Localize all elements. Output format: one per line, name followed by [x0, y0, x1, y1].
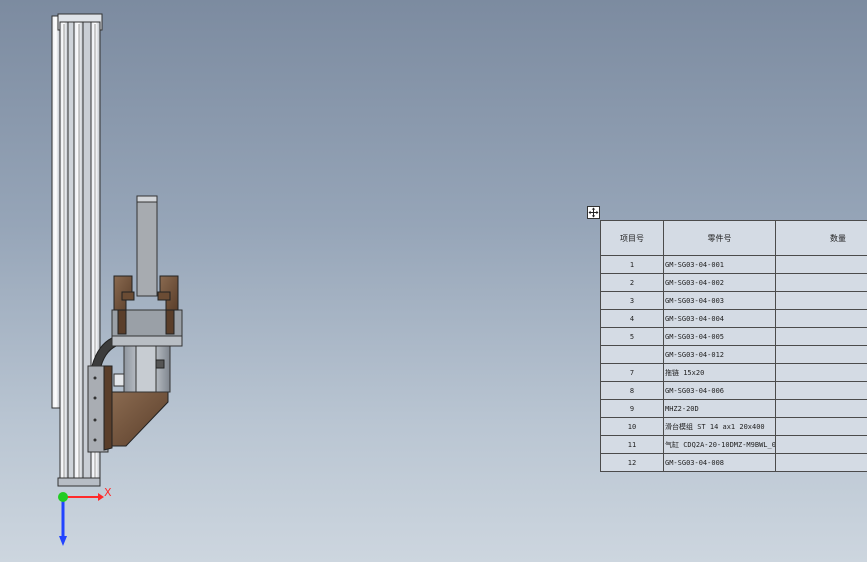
- bom-item-no: 9: [600, 399, 664, 418]
- workpiece[interactable]: [136, 195, 158, 297]
- bom-part-no: 滑台模组 ST 14 ax1 20x400: [663, 417, 776, 436]
- bom-quantity: [775, 453, 867, 472]
- bom-part-no: GM-SG03-04-004: [663, 309, 776, 328]
- bom-row[interactable]: 10 滑台模组 ST 14 ax1 20x400: [600, 417, 867, 436]
- bom-quantity: [775, 417, 867, 436]
- bom-part-no: 拖链 15x20: [663, 363, 776, 382]
- cylinder[interactable]: [111, 335, 183, 393]
- bom-table[interactable]: 项目号 零件号 数量 1 GM-SG03-04-001 2 GM-SG03-04-00…: [600, 220, 867, 472]
- bom-quantity: [775, 381, 867, 400]
- bom-item-no: 7: [600, 363, 664, 382]
- bom-quantity: [775, 309, 867, 328]
- bom-row[interactable]: 4 GM-SG03-04-004: [600, 309, 867, 328]
- bom-quantity: [775, 291, 867, 310]
- graphics-viewport[interactable]: X 项目号 零件号 数量 1 GM-SG03-04-001 2 GM-SG03-04-…: [0, 0, 867, 562]
- bom-quantity: [775, 399, 867, 418]
- bom-item-no: 1: [600, 255, 664, 274]
- bom-item-no: 4: [600, 309, 664, 328]
- bom-row[interactable]: 7 拖链 15x20: [600, 363, 867, 382]
- bom-row[interactable]: 8 GM-SG03-04-006: [600, 381, 867, 400]
- bom-item-no: 5: [600, 327, 664, 346]
- bom-part-no: GM-SG03-04-001: [663, 255, 776, 274]
- bom-quantity: [775, 255, 867, 274]
- bom-part-no: 气缸 CDQ2A-20-10DMZ-M9BWL_00: [663, 435, 776, 454]
- x-axis-label: X: [104, 486, 112, 499]
- bom-part-no: GM-SG03-04-003: [663, 291, 776, 310]
- bom-row[interactable]: 5 GM-SG03-04-005: [600, 327, 867, 346]
- bom-item-no: 3: [600, 291, 664, 310]
- bom-item-no: 11: [600, 435, 664, 454]
- header-part-no: 零件号: [663, 220, 776, 256]
- bom-item-no: [600, 345, 664, 364]
- bom-part-no: GM-SG03-04-006: [663, 381, 776, 400]
- bom-row[interactable]: 11 气缸 CDQ2A-20-10DMZ-M9BWL_00: [600, 435, 867, 454]
- bom-part-no: MHZ2-20D: [663, 399, 776, 418]
- bom-quantity: [775, 327, 867, 346]
- bom-quantity: [775, 345, 867, 364]
- bom-row[interactable]: 2 GM-SG03-04-002: [600, 273, 867, 292]
- coordinate-triad: [58, 492, 104, 546]
- header-quantity: 数量: [775, 220, 867, 256]
- bom-part-no: GM-SG03-04-002: [663, 273, 776, 292]
- bom-row[interactable]: 1 GM-SG03-04-001: [600, 255, 867, 274]
- bom-row[interactable]: 9 MHZ2-20D: [600, 399, 867, 418]
- bom-item-no: 10: [600, 417, 664, 436]
- header-item-no: 项目号: [600, 220, 664, 256]
- y-axis-marker: [58, 492, 68, 502]
- bom-quantity: [775, 435, 867, 454]
- bom-item-no: 8: [600, 381, 664, 400]
- bom-row[interactable]: GM-SG03-04-012: [600, 345, 867, 364]
- bom-part-no: GM-SG03-04-012: [663, 345, 776, 364]
- bom-quantity: [775, 273, 867, 292]
- bom-part-no: GM-SG03-04-008: [663, 453, 776, 472]
- bom-part-no: GM-SG03-04-005: [663, 327, 776, 346]
- bom-item-no: 12: [600, 453, 664, 472]
- bom-row[interactable]: 3 GM-SG03-04-003: [600, 291, 867, 310]
- bom-row[interactable]: 12 GM-SG03-04-008: [600, 453, 867, 472]
- move-table-icon[interactable]: [587, 206, 600, 219]
- bill-of-materials[interactable]: 项目号 零件号 数量 1 GM-SG03-04-001 2 GM-SG03-04-00…: [600, 220, 867, 472]
- bom-quantity: [775, 363, 867, 382]
- bom-item-no: 2: [600, 273, 664, 292]
- bom-header-row: 项目号 零件号 数量: [600, 220, 867, 256]
